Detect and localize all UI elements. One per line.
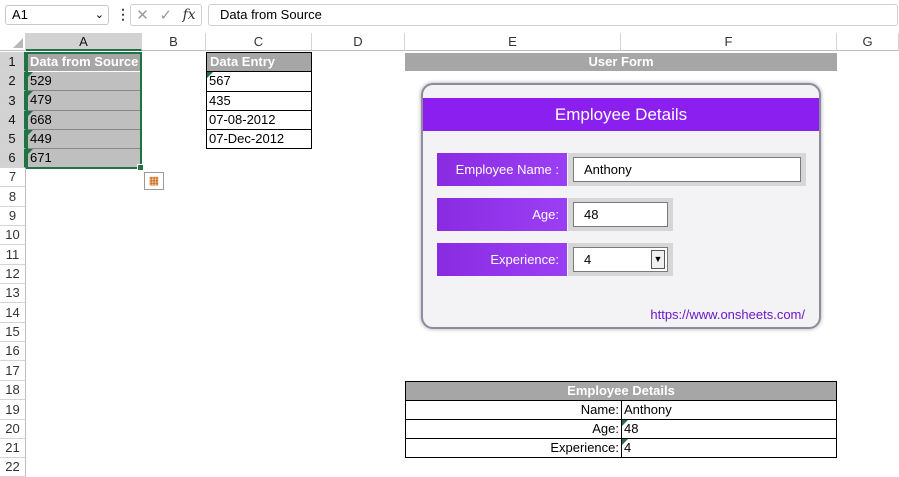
user-form-header: User Form [405,53,837,71]
row-header-10[interactable]: 10 [0,226,26,245]
employee-name-label: Employee Name : [437,153,567,186]
cell-c3[interactable]: 435 [206,91,312,111]
quick-analysis-icon[interactable]: ▦ [144,172,164,190]
employee-table-label-experience[interactable]: Experience: [405,438,622,458]
row-header-15[interactable]: 15 [0,323,26,342]
dropdown-arrow-icon[interactable]: ▼ [651,250,665,269]
experience-label: Experience: [437,243,567,276]
row-header-12[interactable]: 12 [0,265,26,284]
cell-c2[interactable]: 567 [206,71,312,92]
row-header-4[interactable]: 4 [0,111,26,130]
employee-table-label-name[interactable]: Name: [405,400,622,420]
row-header-17[interactable]: 17 [0,361,26,381]
employee-form: Employee Details Employee Name : Anthony… [421,83,821,329]
cell-a4[interactable]: 668 [27,111,141,130]
formula-buttons: ✕ ✓ fx [130,4,202,26]
employee-table-value-name[interactable]: Anthony [621,400,837,420]
row-header-22[interactable]: 22 [0,458,26,477]
insert-function-icon[interactable]: fx [183,7,196,23]
age-input[interactable]: 48 [573,202,668,227]
row-header-21[interactable]: 21 [0,439,26,458]
formula-input[interactable]: Data from Source [208,4,898,26]
cell-a2[interactable]: 529 [27,72,141,91]
column-header-d[interactable]: D [312,33,405,51]
enter-icon[interactable]: ✓ [159,6,172,24]
employee-name-input[interactable]: Anthony [573,157,801,182]
row-header-14[interactable]: 14 [0,303,26,323]
row-header-13[interactable]: 13 [0,284,26,303]
column-header-f[interactable]: F [621,33,837,51]
employee-table-value-age[interactable]: 48 [621,419,837,439]
row-header-20[interactable]: 20 [0,420,26,439]
cell-a5[interactable]: 449 [27,130,141,149]
cell-c1[interactable]: Data Entry [206,52,312,72]
experience-field-frame: 4 ▼ [568,243,673,276]
form-title: Employee Details [423,98,819,131]
column-header-b[interactable]: B [142,33,206,51]
column-header-c[interactable]: C [206,33,312,51]
select-all-button[interactable] [0,33,26,51]
row-header-19[interactable]: 19 [0,400,26,420]
row-header-1[interactable]: 1 [0,52,26,72]
row-header-8[interactable]: 8 [0,187,26,207]
formula-bar: A1 ⌄ ⋮ ✕ ✓ fx Data from Source [0,0,899,31]
cell-a1[interactable]: Data from Source [27,53,141,71]
row-header-9[interactable]: 9 [0,207,26,226]
column-header-g[interactable]: G [837,33,899,51]
cell-a6[interactable]: 671 [27,149,141,168]
cell-c5[interactable]: 07-Dec-2012 [206,129,312,149]
row-header-5[interactable]: 5 [0,130,26,149]
chevron-down-icon[interactable]: ⌄ [95,6,104,24]
row-header-2[interactable]: 2 [0,72,26,91]
name-box[interactable]: A1 ⌄ [5,5,109,25]
employee-table-value-experience[interactable]: 4 [621,438,837,458]
age-label: Age: [437,198,567,231]
name-box-value: A1 [12,7,28,22]
employee-name-field-frame: Anthony [568,153,806,186]
row-header-16[interactable]: 16 [0,342,26,361]
more-options-icon[interactable]: ⋮ [116,6,130,23]
column-header-e[interactable]: E [405,33,621,51]
row-header-11[interactable]: 11 [0,245,26,265]
row-header-18[interactable]: 18 [0,381,26,400]
column-header-a[interactable]: A [26,33,142,51]
cancel-icon[interactable]: ✕ [136,6,149,24]
experience-dropdown[interactable]: 4 ▼ [573,247,668,272]
employee-table-title[interactable]: Employee Details [405,381,837,401]
website-link[interactable]: https://www.onsheets.com/ [650,307,805,322]
row-header-6[interactable]: 6 [0,149,26,168]
cell-c4[interactable]: 07-08-2012 [206,110,312,130]
employee-table-label-age[interactable]: Age: [405,419,622,439]
row-header-3[interactable]: 3 [0,91,26,111]
age-field-frame: 48 [568,198,673,231]
cell-a3[interactable]: 479 [27,91,141,111]
experience-value: 4 [584,252,592,267]
row-header-7[interactable]: 7 [0,168,26,187]
